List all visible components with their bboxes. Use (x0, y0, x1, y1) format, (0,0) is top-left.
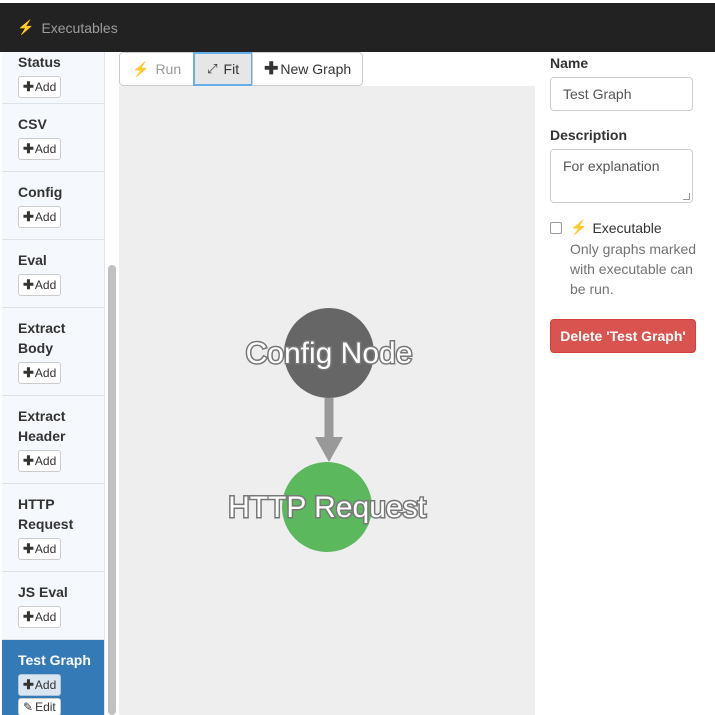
plus-icon: ✚ (23, 209, 34, 224)
add-button[interactable]: ✚ Add (18, 274, 62, 296)
description-text: For explanation (563, 158, 660, 174)
executable-row: ⚡ Executable (550, 219, 710, 236)
sidebar-item-eval: Eval ✚ Add (2, 240, 104, 308)
name-label: Name (550, 55, 589, 71)
add-button[interactable]: ✚ Add (18, 674, 62, 696)
sidebar-item-label: JS Eval (18, 584, 68, 600)
add-button[interactable]: ✚ Add (18, 450, 62, 472)
add-label: Add (34, 454, 57, 468)
edit-icon: ✎ (23, 700, 34, 714)
executable-label[interactable]: Executable (592, 220, 661, 236)
add-label: Add (34, 542, 57, 556)
sidebar-item-label: Extract Header (18, 408, 66, 444)
sidebar-item-csv: CSV ✚ Add (2, 104, 104, 172)
sidebar-item-label: Extract Body (18, 320, 66, 356)
add-button[interactable]: ✚ Add (18, 76, 62, 98)
sidebar-item-js-eval: JS Eval ✚ Add (2, 572, 104, 640)
add-button[interactable]: ✚ Add (18, 538, 62, 560)
add-label: Add (34, 366, 57, 380)
bolt-icon: ⚡ (17, 19, 35, 35)
add-button[interactable]: ✚ Add (18, 138, 62, 160)
navbar-title[interactable]: Executables (41, 20, 117, 36)
add-button[interactable]: ✚ Add (18, 206, 62, 228)
plus-icon: ✚ (23, 541, 34, 556)
description-label: Description (550, 127, 628, 143)
add-label: Add (34, 278, 57, 292)
sidebar-item-label: Test Graph (18, 652, 91, 668)
resize-grip-icon[interactable] (683, 193, 690, 200)
add-label: Add (34, 678, 57, 692)
sidebar-item-label: Status (18, 54, 61, 70)
sidebar-item-http-request: HTTP Request ✚ Add (2, 484, 104, 572)
plus-icon: ✚ (23, 79, 34, 94)
sidebar-item-status: Status ✚ Add (2, 52, 104, 104)
plus-icon: ✚ (23, 453, 34, 468)
sidebar-item-label: Config (18, 184, 63, 200)
sidebar-item-label: CSV (18, 116, 47, 132)
graph-toolbar: ⚡ Run ⤢ Fit ✚ New Graph (119, 52, 364, 86)
plus-icon: ✚ (23, 609, 34, 624)
sidebar-item-extract-body: Extract Body ✚ Add (2, 308, 104, 396)
run-button[interactable]: ⚡ Run (119, 52, 195, 86)
add-button[interactable]: ✚ Add (18, 362, 62, 384)
name-input[interactable]: Test Graph (550, 77, 693, 111)
properties-panel: Name Test Graph Description For explanat… (550, 52, 710, 353)
bolt-icon: ⚡ (132, 60, 150, 77)
add-label: Add (34, 210, 57, 224)
sidebar-item-extract-header: Extract Header ✚ Add (2, 396, 104, 484)
plus-icon: ✚ (23, 677, 34, 692)
http-request-node-label: HTTP Request (228, 491, 427, 524)
sidebar-item-label: HTTP Request (18, 496, 74, 532)
sidebar: Status ✚ Add CSV ✚ Add Config ✚ Add Eval ✚ A… (2, 52, 105, 715)
fit-button[interactable]: ⤢ Fit (193, 52, 254, 86)
add-label: Add (34, 80, 57, 94)
add-button[interactable]: ✚ Add (18, 606, 62, 628)
description-textarea[interactable]: For explanation (550, 149, 693, 203)
edit-button[interactable]: ✎ Edit (18, 698, 61, 715)
navbar: ⚡ Executables (0, 0, 715, 52)
new-graph-button[interactable]: ✚ New Graph (252, 52, 364, 86)
add-label: Add (34, 142, 57, 156)
edit-label: Edit (35, 700, 56, 714)
fit-label: Fit (223, 61, 240, 77)
plus-icon: ✚ (264, 59, 279, 78)
executable-help-text: Only graphs marked with executable can b… (570, 241, 697, 297)
sidebar-item-test-graph[interactable]: Test Graph ✚ Add ✎ Edit (2, 640, 104, 715)
graph-canvas[interactable]: Config Node HTTP Request (119, 86, 535, 715)
graph-svg: Config Node HTTP Request (227, 308, 428, 552)
config-node-label: Config Node (246, 337, 413, 370)
run-label: Run (155, 61, 182, 77)
delete-graph-button[interactable]: Delete 'Test Graph' (550, 319, 696, 353)
sidebar-item-label: Eval (18, 252, 47, 268)
sidebar-scrollbar[interactable] (108, 265, 116, 715)
edge-arrowhead (315, 437, 343, 462)
plus-icon: ✚ (23, 141, 34, 156)
bolt-icon: ⚡ (570, 219, 588, 235)
new-graph-label: New Graph (280, 61, 352, 77)
add-label: Add (34, 610, 57, 624)
plus-icon: ✚ (23, 365, 34, 380)
sidebar-item-config: Config ✚ Add (2, 172, 104, 240)
executable-checkbox[interactable] (550, 221, 562, 234)
expand-icon: ⤢ (207, 61, 218, 76)
plus-icon: ✚ (23, 277, 34, 292)
